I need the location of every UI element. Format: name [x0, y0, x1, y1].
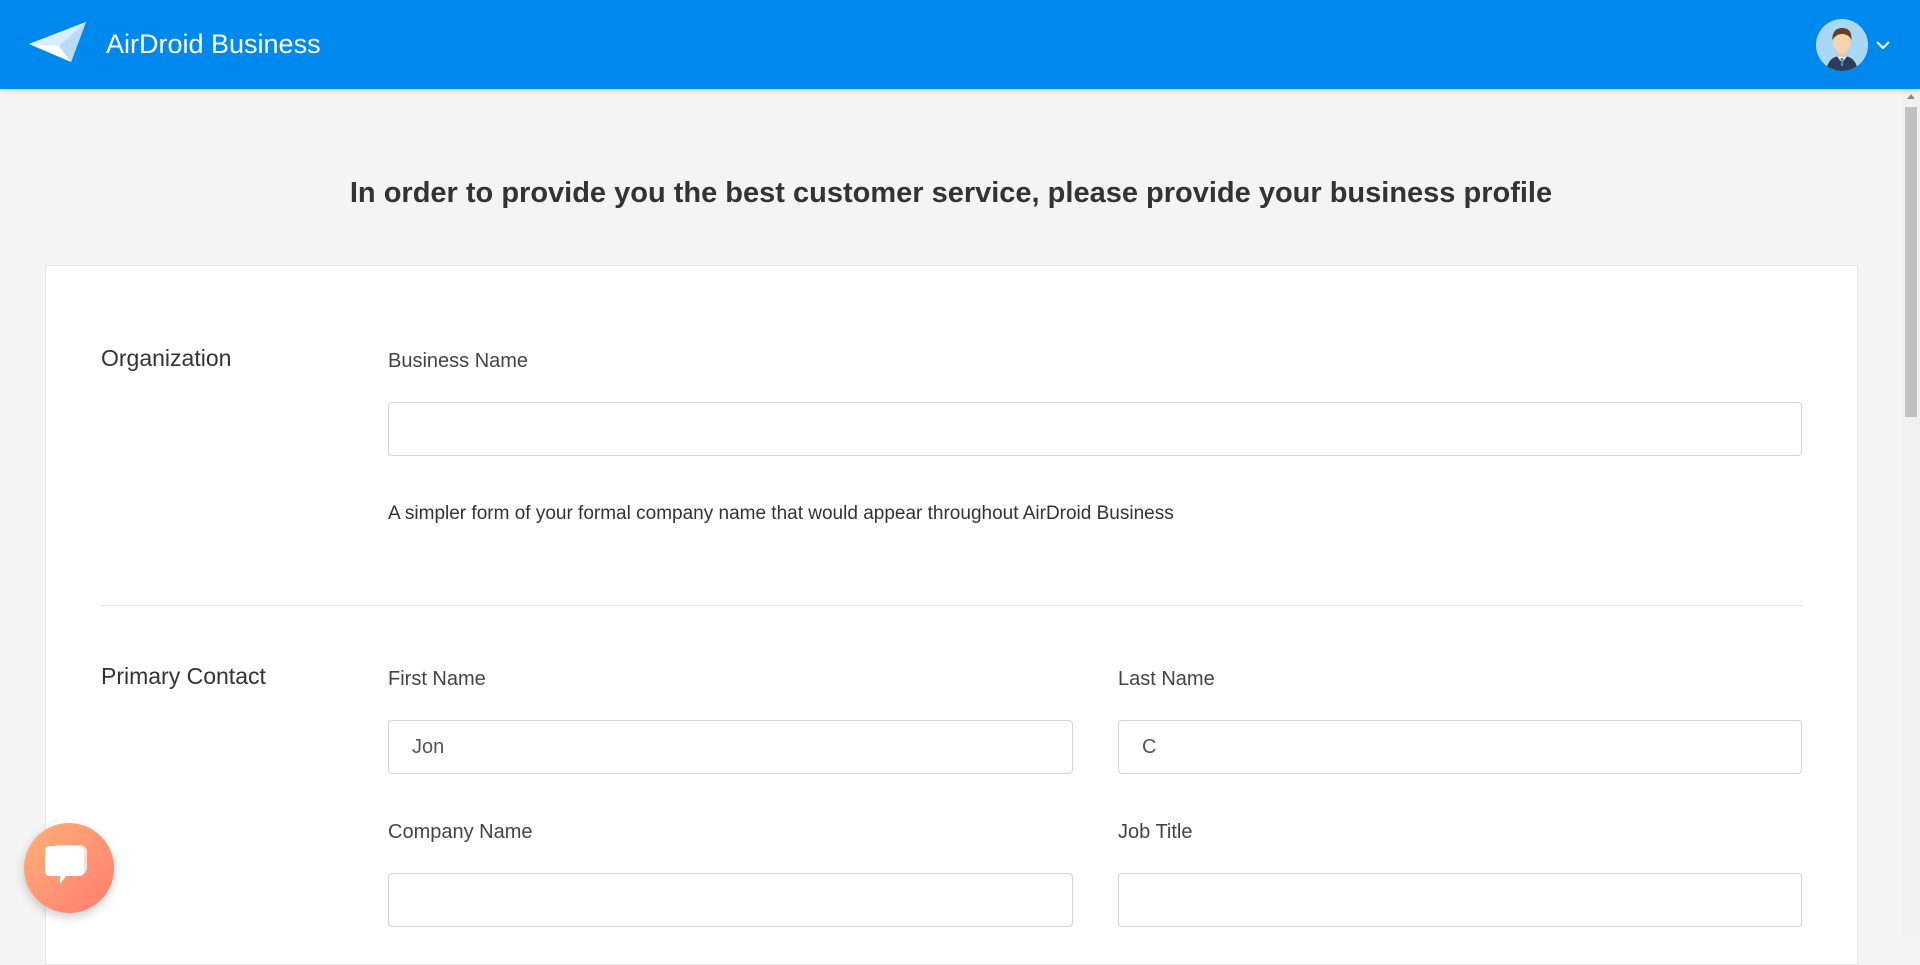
user-avatar-icon[interactable] [1816, 19, 1868, 71]
chevron-down-icon[interactable] [1874, 37, 1892, 53]
job-title-label: Job Title [1118, 821, 1193, 843]
business-name-input[interactable] [388, 402, 1802, 456]
business-name-label: Business Name [388, 350, 529, 372]
top-navigation-bar: AirDroid Business [0, 0, 1920, 89]
paper-plane-logo-icon[interactable] [29, 22, 86, 62]
scrollbar-thumb[interactable] [1905, 107, 1917, 417]
section-divider [101, 605, 1802, 606]
job-title-input[interactable] [1118, 873, 1802, 927]
last-name-input[interactable] [1118, 720, 1802, 774]
app-brand-title[interactable]: AirDroid Business [106, 28, 321, 60]
live-chat-button[interactable] [24, 823, 114, 913]
organization-section-title: Organization [101, 345, 232, 371]
last-name-label: Last Name [1118, 668, 1215, 690]
chat-bubble-icon [45, 845, 87, 884]
first-name-input[interactable] [388, 720, 1073, 774]
first-name-label: First Name [388, 668, 486, 690]
business-name-hint: A simpler form of your formal company na… [388, 503, 1174, 524]
page-scrollbar[interactable] [1902, 89, 1920, 937]
scroll-up-arrow-icon[interactable] [1907, 94, 1915, 99]
primary-contact-section-title: Primary Contact [101, 663, 266, 689]
company-name-label: Company Name [388, 821, 533, 843]
business-profile-form-card: Organization Business Name A simpler for… [45, 265, 1858, 965]
company-name-input[interactable] [388, 873, 1073, 927]
page-headline: In order to provide you the best custome… [349, 177, 1553, 209]
